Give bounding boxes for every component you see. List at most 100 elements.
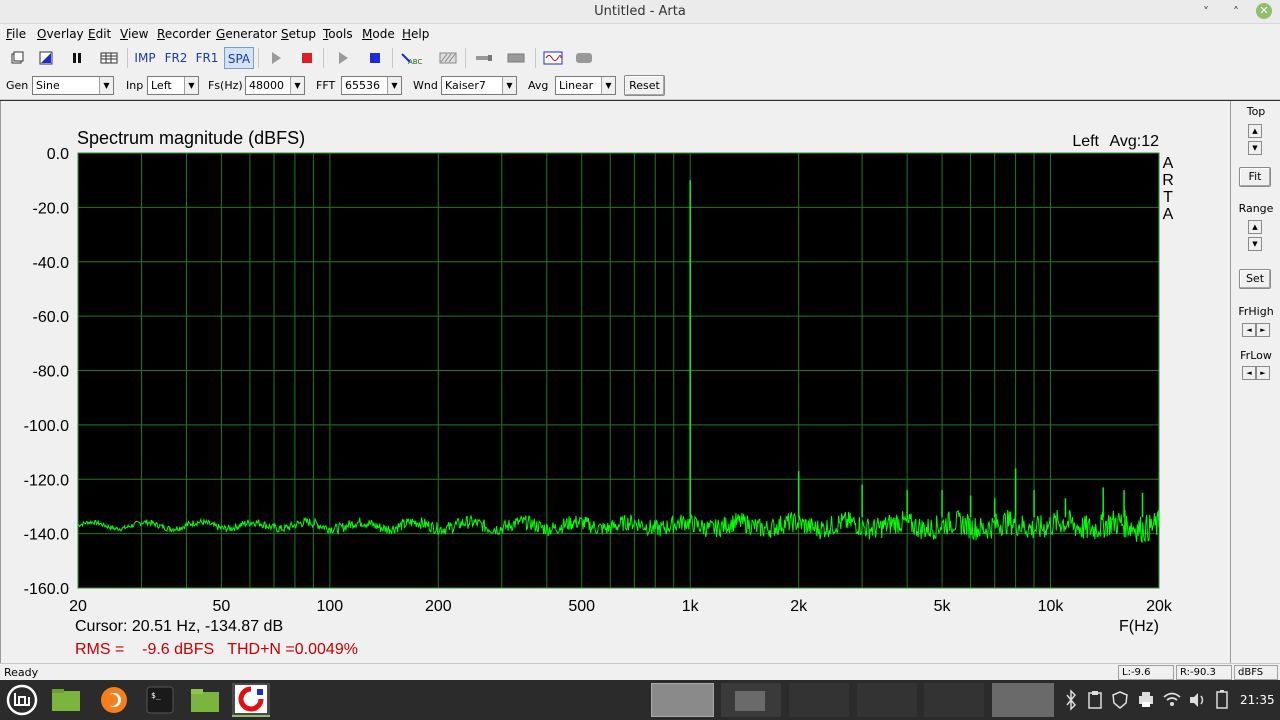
- fit-button[interactable]: Fit: [1239, 167, 1271, 187]
- brand-letter: R: [1162, 172, 1174, 189]
- hatch-button[interactable]: [437, 47, 459, 69]
- menu-mode[interactable]: Mode: [362, 27, 395, 41]
- workspace-thumbnail: [735, 691, 765, 711]
- imp-mode-button[interactable]: IMP: [132, 47, 158, 69]
- chevron-down-icon: ▼: [387, 77, 401, 94]
- meter-button[interactable]: [573, 47, 595, 69]
- battery-tray[interactable]: [1212, 683, 1232, 717]
- bluetooth-icon: [1066, 689, 1077, 711]
- y-tick-label: 0.0: [47, 146, 69, 163]
- chevron-down-icon: ▼: [99, 77, 113, 94]
- arrow-right-icon: ►: [1260, 369, 1266, 377]
- battery-icon: [1216, 690, 1228, 709]
- bluetooth-tray[interactable]: [1062, 683, 1080, 717]
- spectrum-chart[interactable]: 0.0 -20.0 -40.0 -60.0 -80.0 -100.0 -120.0 -140.…: [1, 101, 1230, 663]
- probe-button[interactable]: [473, 47, 495, 69]
- clock[interactable]: 21:35: [1240, 693, 1275, 707]
- averaging-select[interactable]: Linear ▼: [555, 76, 616, 95]
- pause-button[interactable]: [66, 47, 88, 69]
- workspace-2[interactable]: [721, 683, 781, 717]
- firefox-icon: [101, 687, 127, 713]
- input-select[interactable]: Left ▼: [147, 76, 199, 95]
- workspace-3[interactable]: [789, 683, 849, 717]
- arrow-up-icon: ▲: [1252, 127, 1258, 135]
- firefox-button[interactable]: [98, 683, 130, 717]
- controls-bar: Gen Sine ▼ Inp Left ▼ Fs(Hz) 48000 ▼ FFT…: [0, 71, 1280, 100]
- wifi-tray[interactable]: [1162, 683, 1182, 717]
- frhigh-right-button[interactable]: ►: [1256, 323, 1270, 337]
- menu-edit[interactable]: Edit: [88, 27, 111, 41]
- generator-select[interactable]: Sine ▼: [32, 76, 114, 95]
- clipboard-tray[interactable]: [1086, 683, 1104, 717]
- menu-generator-label: enerator: [225, 27, 277, 41]
- workspace-1[interactable]: [651, 683, 714, 717]
- menu-view[interactable]: View: [120, 27, 148, 41]
- show-desktop-button[interactable]: [50, 683, 82, 717]
- spa-mode-button[interactable]: SPA: [224, 47, 254, 69]
- workspace-6[interactable]: [992, 683, 1054, 717]
- new-file-button[interactable]: [6, 47, 28, 69]
- avg-label: Avg:12: [1109, 133, 1159, 150]
- terminal-button[interactable]: $_: [144, 683, 176, 717]
- close-button[interactable]: ✕: [1256, 3, 1272, 19]
- fft-size-select[interactable]: 65536 ▼: [341, 76, 402, 95]
- open-file-button[interactable]: [35, 47, 57, 69]
- files-button[interactable]: [189, 683, 221, 717]
- menu-help-accel: H: [402, 27, 412, 41]
- generator-play-button[interactable]: [332, 47, 354, 69]
- menu-tools[interactable]: Tools: [323, 27, 353, 41]
- device-button[interactable]: [505, 47, 527, 69]
- printer-tray[interactable]: [1136, 683, 1156, 717]
- range-up-button[interactable]: ▲: [1248, 220, 1262, 234]
- range-down-button[interactable]: ▼: [1248, 237, 1262, 251]
- fft-size-select-value: 65536: [345, 79, 380, 92]
- sample-rate-select[interactable]: 48000 ▼: [245, 76, 305, 95]
- record-stop-button[interactable]: [296, 47, 318, 69]
- maximize-button[interactable]: ˄: [1227, 3, 1245, 21]
- hatch-icon: [439, 52, 457, 64]
- workspace-5[interactable]: [924, 683, 984, 717]
- play-button[interactable]: [265, 47, 287, 69]
- window-select[interactable]: Kaiser7 ▼: [441, 76, 517, 95]
- shield-tray[interactable]: [1110, 683, 1130, 717]
- generator-stop-button[interactable]: [364, 47, 386, 69]
- menu-file-label: ile: [12, 27, 27, 41]
- menu-setup-accel: S: [281, 27, 289, 41]
- top-up-button[interactable]: ▲: [1248, 124, 1262, 138]
- rms-readout: RMS = -9.6 dBFS THD+N =0.0049%: [75, 641, 358, 658]
- mint-logo-icon: [6, 684, 38, 716]
- menu-file[interactable]: File: [6, 27, 26, 41]
- brand-letter: T: [1163, 189, 1173, 206]
- scope-button[interactable]: [541, 47, 565, 69]
- menu-overlay-label: verlay: [46, 27, 84, 41]
- oscilloscope-icon: [543, 51, 563, 65]
- table-button[interactable]: [97, 47, 121, 69]
- abc-button[interactable]: ABC: [398, 47, 424, 69]
- frlow-left-button[interactable]: ◄: [1242, 366, 1256, 380]
- top-down-button[interactable]: ▼: [1248, 141, 1262, 155]
- start-menu-button[interactable]: [4, 683, 40, 717]
- workspace-4[interactable]: [857, 683, 917, 717]
- reset-button[interactable]: Reset: [624, 75, 665, 96]
- menu-view-label: iew: [127, 27, 149, 41]
- fr1-mode-button[interactable]: FR1: [193, 47, 221, 69]
- menu-recorder[interactable]: Recorder: [157, 27, 211, 41]
- x-tick-label: 5k: [934, 598, 952, 615]
- set-button[interactable]: Set: [1239, 269, 1271, 289]
- menu-generator[interactable]: Generator: [216, 27, 277, 41]
- avg-label: Avg: [528, 79, 549, 92]
- minimize-button[interactable]: ˅: [1197, 3, 1215, 21]
- volume-tray[interactable]: [1187, 683, 1207, 717]
- fr2-mode-button[interactable]: FR2: [162, 47, 190, 69]
- frlow-right-button[interactable]: ►: [1256, 366, 1270, 380]
- menu-overlay[interactable]: Overlay: [37, 27, 84, 41]
- brand-letter: A: [1163, 155, 1174, 172]
- play-icon: [272, 52, 281, 64]
- menu-help[interactable]: Help: [402, 27, 429, 41]
- graph-panel: 0.0 -20.0 -40.0 -60.0 -80.0 -100.0 -120.0 -140.…: [0, 101, 1230, 663]
- arta-task-button[interactable]: [232, 683, 270, 717]
- menu-mode-label: ode: [372, 27, 395, 41]
- menu-setup[interactable]: Setup: [281, 27, 316, 41]
- frhigh-left-button[interactable]: ◄: [1242, 323, 1256, 337]
- chevron-down-icon: ▼: [290, 77, 304, 94]
